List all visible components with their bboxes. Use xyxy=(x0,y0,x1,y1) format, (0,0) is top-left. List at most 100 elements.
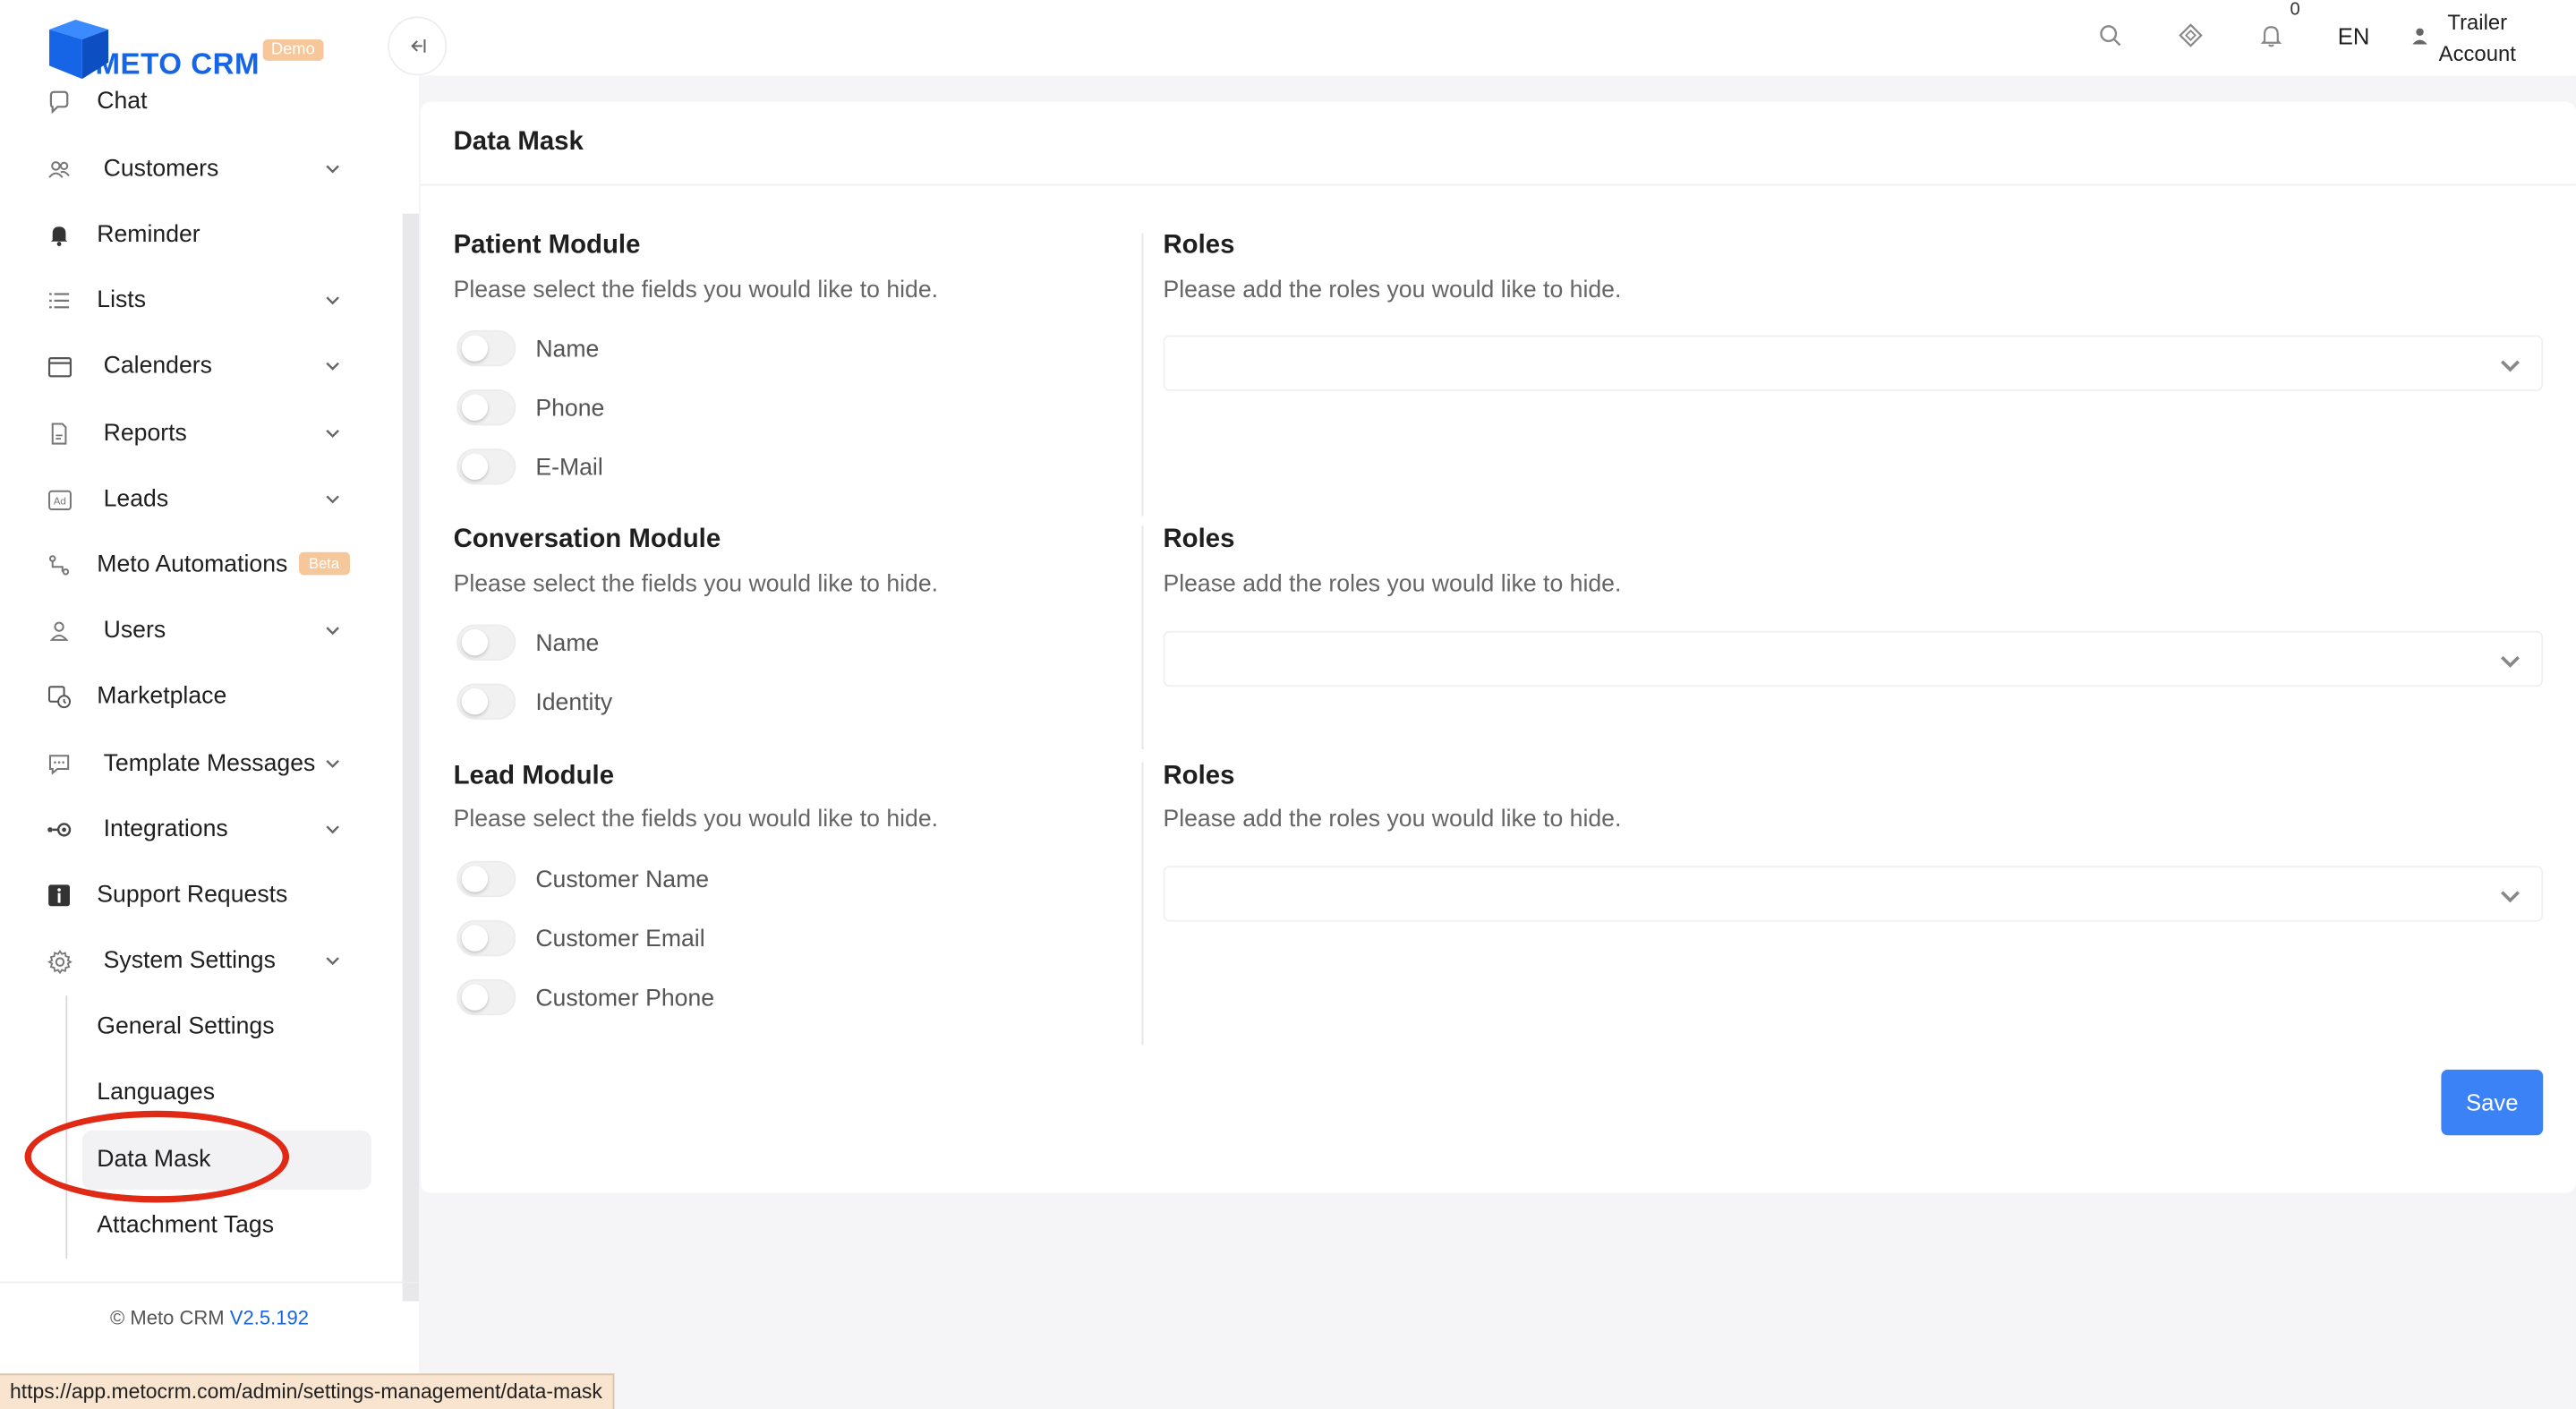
toggle-patient-phone[interactable] xyxy=(456,389,516,426)
toggle-label: Customer Email xyxy=(535,927,705,953)
patient-roles-select[interactable] xyxy=(1163,335,2544,391)
sidebar-subitem-general-settings[interactable]: General Settings xyxy=(82,997,371,1056)
chevron-down-icon xyxy=(324,820,344,840)
sidebar-item-label: Reports xyxy=(103,420,187,448)
sidebar-item-label: Integrations xyxy=(103,816,228,843)
report-icon xyxy=(46,421,72,447)
sidebar-item-meto-automations[interactable]: Meto Automations Beta xyxy=(0,533,403,598)
gear-icon xyxy=(46,948,72,974)
sidebar-item-template-messages[interactable]: Template Messages xyxy=(0,731,403,797)
search-icon[interactable] xyxy=(2098,23,2124,49)
chevron-down-icon xyxy=(2499,354,2522,377)
bell-icon xyxy=(46,222,72,248)
sidebar-item-label: Template Messages xyxy=(103,750,316,778)
chevron-down-icon xyxy=(324,952,344,971)
sidebar-subitem-label: General Settings xyxy=(97,1013,275,1040)
brand-logo[interactable]: METO CRM xyxy=(43,16,260,81)
toggle-label: Name xyxy=(535,630,600,658)
patient-roles-desc: Please add the roles you would like to h… xyxy=(1163,278,1622,304)
toggle-patient-name[interactable] xyxy=(456,329,516,367)
chevron-down-icon xyxy=(324,621,344,641)
sidebar-scrollbar[interactable] xyxy=(402,213,420,1302)
vertical-divider xyxy=(1141,762,1144,1046)
sidebar-item-reminder[interactable]: Reminder xyxy=(0,202,403,268)
toggle-lead-customer-email[interactable] xyxy=(456,919,516,957)
collapse-sidebar-button[interactable] xyxy=(388,16,448,76)
lead-roles-title: Roles xyxy=(1163,762,1235,790)
patient-module-desc: Please select the fields you would like … xyxy=(453,278,939,304)
sidebar-item-support-requests[interactable]: Support Requests xyxy=(0,863,403,928)
chevron-down-icon xyxy=(324,356,344,376)
copyright-text: © Meto CRM xyxy=(110,1306,225,1329)
chevron-down-icon xyxy=(324,159,344,179)
divider xyxy=(420,184,2576,186)
conversation-roles-select[interactable] xyxy=(1163,630,2544,687)
cube-logo-icon xyxy=(43,16,112,81)
sidebar-item-users[interactable]: Users xyxy=(0,598,403,663)
brand-name: METO CRM xyxy=(95,47,260,81)
toggle-conversation-name[interactable] xyxy=(456,624,516,661)
toggle-lead-customer-phone[interactable] xyxy=(456,978,516,1016)
sidebar-subitem-label: Languages xyxy=(97,1079,216,1106)
conversation-module-title: Conversation Module xyxy=(453,525,721,554)
page-title: Data Mask xyxy=(453,128,584,157)
sidebar-footer: © Meto CRM V2.5.192 xyxy=(0,1281,420,1380)
toggle-label: E-Mail xyxy=(535,455,603,482)
version-text: V2.5.192 xyxy=(229,1306,309,1329)
language-selector[interactable]: EN xyxy=(2338,23,2370,49)
chevron-down-icon xyxy=(324,754,344,773)
notification-count: 0 xyxy=(2290,0,2300,21)
account-line2: Account xyxy=(2438,40,2516,66)
calendar-icon xyxy=(46,354,72,380)
svg-text:Ad: Ad xyxy=(53,495,65,507)
sidebar-item-calenders[interactable]: Calenders xyxy=(0,334,403,399)
sidebar-item-label: Users xyxy=(103,618,166,645)
sidebar-item-leads[interactable]: Ad Leads xyxy=(0,466,403,532)
sidebar-item-label: Marketplace xyxy=(97,683,227,710)
chevron-down-icon xyxy=(2499,884,2522,907)
vertical-divider xyxy=(1141,233,1144,517)
toggle-label: Name xyxy=(535,337,600,363)
account-menu[interactable]: Trailer Account xyxy=(2436,6,2519,69)
ad-icon: Ad xyxy=(46,486,72,512)
notification-bell-icon[interactable] xyxy=(2259,23,2285,49)
toggle-lead-customer-name[interactable] xyxy=(456,860,516,898)
lead-roles-select[interactable] xyxy=(1163,866,2544,922)
toggle-label: Identity xyxy=(535,689,613,717)
collapse-arrow-icon xyxy=(411,39,426,53)
sidebar-item-system-settings[interactable]: System Settings xyxy=(0,928,403,994)
toggle-label: Phone xyxy=(535,396,605,423)
sidebar-item-label: Support Requests xyxy=(97,882,288,909)
sidebar-item-lists[interactable]: Lists xyxy=(0,268,403,333)
patient-roles-title: Roles xyxy=(1163,231,1235,260)
beta-badge: Beta xyxy=(299,551,350,576)
toggle-label: Customer Name xyxy=(535,867,710,894)
sidebar-item-customers[interactable]: Customers xyxy=(0,136,403,201)
sidebar-item-label: Calenders xyxy=(103,353,212,380)
integrations-icon xyxy=(46,816,72,842)
sidebar-item-integrations[interactable]: Integrations xyxy=(0,797,403,862)
save-button[interactable]: Save xyxy=(2441,1069,2544,1136)
patient-module-title: Patient Module xyxy=(453,231,641,260)
toggle-patient-email[interactable] xyxy=(456,448,516,485)
sidebar: Chat Customers Reminder Lists Calenders … xyxy=(0,0,420,1409)
sidebar-item-reports[interactable]: Reports xyxy=(0,401,403,466)
chat-icon xyxy=(46,89,72,115)
sidebar-item-label: System Settings xyxy=(103,948,276,975)
sidebar-item-marketplace[interactable]: Marketplace xyxy=(0,664,403,730)
sidebar-item-label: Chat xyxy=(97,89,148,115)
sidebar-subitem-label: Attachment Tags xyxy=(97,1212,275,1239)
account-line1: Trailer xyxy=(2447,10,2508,35)
sidebar-item-label: Customers xyxy=(103,156,219,183)
user-icon xyxy=(46,618,72,644)
info-icon xyxy=(46,883,72,909)
conversation-roles-desc: Please add the roles you would like to h… xyxy=(1163,571,1622,599)
annotation-circle xyxy=(24,1110,290,1203)
diamond-shortcut-icon[interactable] xyxy=(2179,23,2205,49)
data-mask-card: Data Mask Patient Module Please select t… xyxy=(420,101,2576,1193)
toggle-conversation-identity[interactable] xyxy=(456,683,516,720)
top-bar: 0 EN Trailer Account xyxy=(419,0,2576,76)
lead-module-desc: Please select the fields you would like … xyxy=(453,807,939,833)
lead-roles-desc: Please add the roles you would like to h… xyxy=(1163,807,1622,833)
sidebar-subitem-attachment-tags[interactable]: Attachment Tags xyxy=(82,1196,371,1255)
